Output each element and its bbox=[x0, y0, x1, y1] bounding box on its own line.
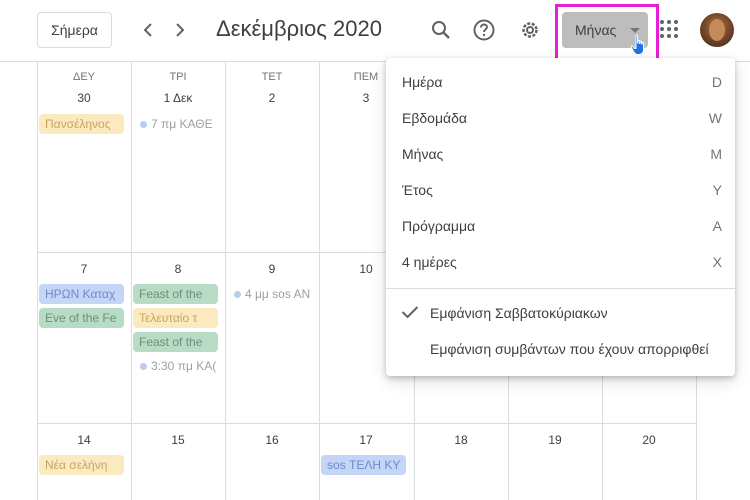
day-of-week-label: ΔΕΥ bbox=[72, 71, 96, 83]
day-number[interactable]: 19 bbox=[508, 433, 602, 447]
search-icon[interactable] bbox=[425, 14, 457, 46]
day-number[interactable]: 2 bbox=[225, 91, 319, 105]
menu-item-4-days[interactable]: 4 ημέρες X bbox=[386, 244, 735, 280]
menu-item-show-declined[interactable]: Εμφάνιση συμβάντων που έχουν απορριφθεί bbox=[386, 331, 735, 367]
menu-item-year[interactable]: Έτος Y bbox=[386, 172, 735, 208]
gear-icon[interactable] bbox=[514, 14, 546, 46]
view-selector-label: Μήνας bbox=[575, 22, 617, 38]
day-of-week-label: ΤΕΤ bbox=[261, 71, 283, 83]
shortcut-key: A bbox=[712, 218, 722, 234]
chevron-left-icon[interactable] bbox=[134, 14, 162, 46]
day-number[interactable]: 14 bbox=[37, 433, 131, 447]
event-chip[interactable]: Πανσέληνος bbox=[39, 114, 124, 134]
checkmark-icon bbox=[401, 305, 419, 322]
apps-grid-icon[interactable] bbox=[660, 20, 680, 40]
day-number[interactable]: 8 bbox=[131, 262, 225, 276]
help-icon[interactable] bbox=[468, 14, 500, 46]
menu-item-label: Εβδομάδα bbox=[402, 110, 468, 126]
avatar[interactable] bbox=[700, 13, 734, 47]
menu-item-schedule[interactable]: Πρόγραμμα A bbox=[386, 208, 735, 244]
menu-item-label: Πρόγραμμα bbox=[402, 218, 476, 234]
menu-item-day[interactable]: Ημέρα D bbox=[386, 64, 735, 100]
top-app-bar: Σήμερα Δεκέμβριος 2020 Μήνας bbox=[0, 0, 750, 63]
menu-divider bbox=[386, 288, 735, 289]
day-number[interactable]: 7 bbox=[37, 262, 131, 276]
event-chip[interactable]: Τελευταίο τ bbox=[133, 308, 218, 328]
event-timed[interactable]: 7 πμ ΚΑΘΕ bbox=[137, 114, 217, 134]
view-dropdown-menu: Ημέρα D Εβδομάδα W Μήνας M Έτος Y Πρόγρα… bbox=[386, 58, 735, 376]
event-chip[interactable]: Eve of the Fe bbox=[39, 308, 124, 328]
page-title: Δεκέμβριος 2020 bbox=[216, 16, 382, 41]
shortcut-key: Y bbox=[712, 182, 722, 198]
day-number[interactable]: 9 bbox=[225, 262, 319, 276]
event-chip[interactable]: Νέα σελήνη bbox=[39, 455, 124, 475]
day-of-week-label: ΤΡΙ bbox=[169, 71, 187, 83]
menu-item-label: Μήνας bbox=[402, 146, 444, 162]
day-number[interactable]: 18 bbox=[414, 433, 508, 447]
day-number[interactable]: 15 bbox=[131, 433, 225, 447]
hand-cursor-icon bbox=[630, 34, 648, 61]
event-chip[interactable]: Feast of the bbox=[133, 284, 218, 304]
event-chip[interactable]: Feast of the bbox=[133, 332, 218, 352]
day-number[interactable]: 1 Δεκ bbox=[131, 91, 225, 105]
shortcut-key: W bbox=[708, 110, 722, 126]
day-number[interactable]: 16 bbox=[225, 433, 319, 447]
menu-item-show-weekends[interactable]: Εμφάνιση Σαββατοκύριακων bbox=[386, 295, 735, 331]
menu-item-label: 4 ημέρες bbox=[402, 254, 457, 270]
menu-item-label: Έτος bbox=[402, 182, 433, 198]
menu-item-label: Εμφάνιση συμβάντων που έχουν απορριφθεί bbox=[430, 341, 709, 357]
event-timed[interactable]: 4 μμ sos AN bbox=[231, 284, 311, 304]
day-number[interactable]: 30 bbox=[37, 91, 131, 105]
menu-item-label: Εμφάνιση Σαββατοκύριακων bbox=[430, 305, 608, 321]
menu-item-week[interactable]: Εβδομάδα W bbox=[386, 100, 735, 136]
event-timed[interactable]: 3:30 πμ ΚΑ( bbox=[137, 356, 217, 376]
day-number[interactable]: 20 bbox=[602, 433, 696, 447]
shortcut-key: M bbox=[710, 146, 722, 162]
caret-down-icon bbox=[630, 28, 640, 33]
today-button[interactable]: Σήμερα bbox=[37, 12, 112, 48]
event-chip[interactable]: ΗΡΩΝ Καταχ bbox=[39, 284, 124, 304]
shortcut-key: D bbox=[711, 74, 722, 90]
event-chip[interactable]: sos ΤΕΛΗ ΚΥ bbox=[321, 455, 406, 475]
day-number[interactable]: 17 bbox=[319, 433, 413, 447]
shortcut-key: X bbox=[712, 254, 722, 270]
chevron-right-icon[interactable] bbox=[166, 14, 194, 46]
menu-item-label: Ημέρα bbox=[402, 74, 443, 90]
menu-item-month[interactable]: Μήνας M bbox=[386, 136, 735, 172]
